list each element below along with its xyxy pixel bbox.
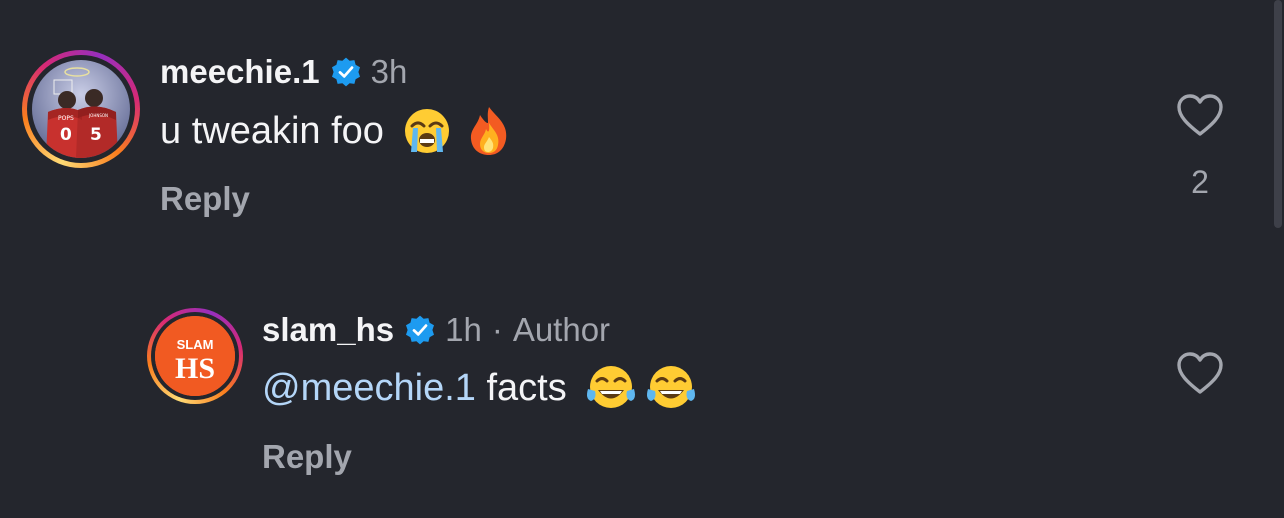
verified-badge-icon [406, 315, 435, 345]
fire-icon [470, 107, 507, 155]
reply-button[interactable]: Reply [160, 180, 250, 218]
heart-icon[interactable] [1175, 350, 1225, 396]
comment-text: facts [475, 366, 567, 409]
face-with-tears-of-joy-icon [646, 366, 695, 408]
heart-icon[interactable] [1175, 92, 1225, 138]
avatar-number-0: 0 [60, 125, 72, 145]
avatar-number-5: 5 [90, 125, 102, 145]
comment-text: u tweakin foo [160, 109, 384, 152]
reply-button[interactable]: Reply [262, 438, 352, 476]
username[interactable]: slam_hs [262, 311, 394, 349]
avatar: SLAM HS [155, 316, 235, 396]
avatar-text-johnson: JOHNSON [88, 113, 108, 118]
like-count[interactable]: 2 [1170, 164, 1230, 201]
scrollbar-thumb[interactable] [1274, 0, 1282, 228]
timestamp: 1h [445, 311, 482, 348]
slam-hs-logo: SLAM HS [155, 316, 235, 396]
comment-body: u tweakin foo [160, 106, 512, 156]
loudly-crying-face-icon [404, 109, 449, 153]
comment-header: meechie.1 3h [160, 52, 407, 92]
username[interactable]: meechie.1 [160, 53, 320, 91]
scrollbar[interactable] [1270, 0, 1284, 232]
author-badge: Author [512, 311, 611, 348]
mention-link[interactable]: @meechie.1 [262, 367, 476, 410]
comment-meechie: POPS JOHNSON 0 5 meechie.1 3h u tweakin … [0, 0, 1284, 240]
timestamp: 3h [370, 53, 408, 90]
comment-slam-hs: SLAM HS slam_hs 1h · Author @meechie.1 f… [0, 280, 1284, 518]
avatar: POPS JOHNSON 0 5 [32, 60, 130, 158]
separator-dot: · [491, 311, 503, 348]
logo-text-hs: HS [175, 352, 215, 385]
face-with-tears-of-joy-icon [586, 366, 635, 408]
avatar-story-ring[interactable]: SLAM HS [147, 308, 243, 404]
comment-body: @meechie.1 facts [262, 363, 697, 413]
avatar-story-ring[interactable]: POPS JOHNSON 0 5 [22, 50, 140, 168]
comment-header: slam_hs 1h · Author [262, 310, 610, 350]
verified-badge-icon [331, 57, 360, 87]
avatar-illustration: POPS JOHNSON 0 5 [32, 60, 130, 158]
avatar-text-pops: POPS [58, 115, 74, 122]
logo-text-slam: SLAM [177, 337, 214, 352]
